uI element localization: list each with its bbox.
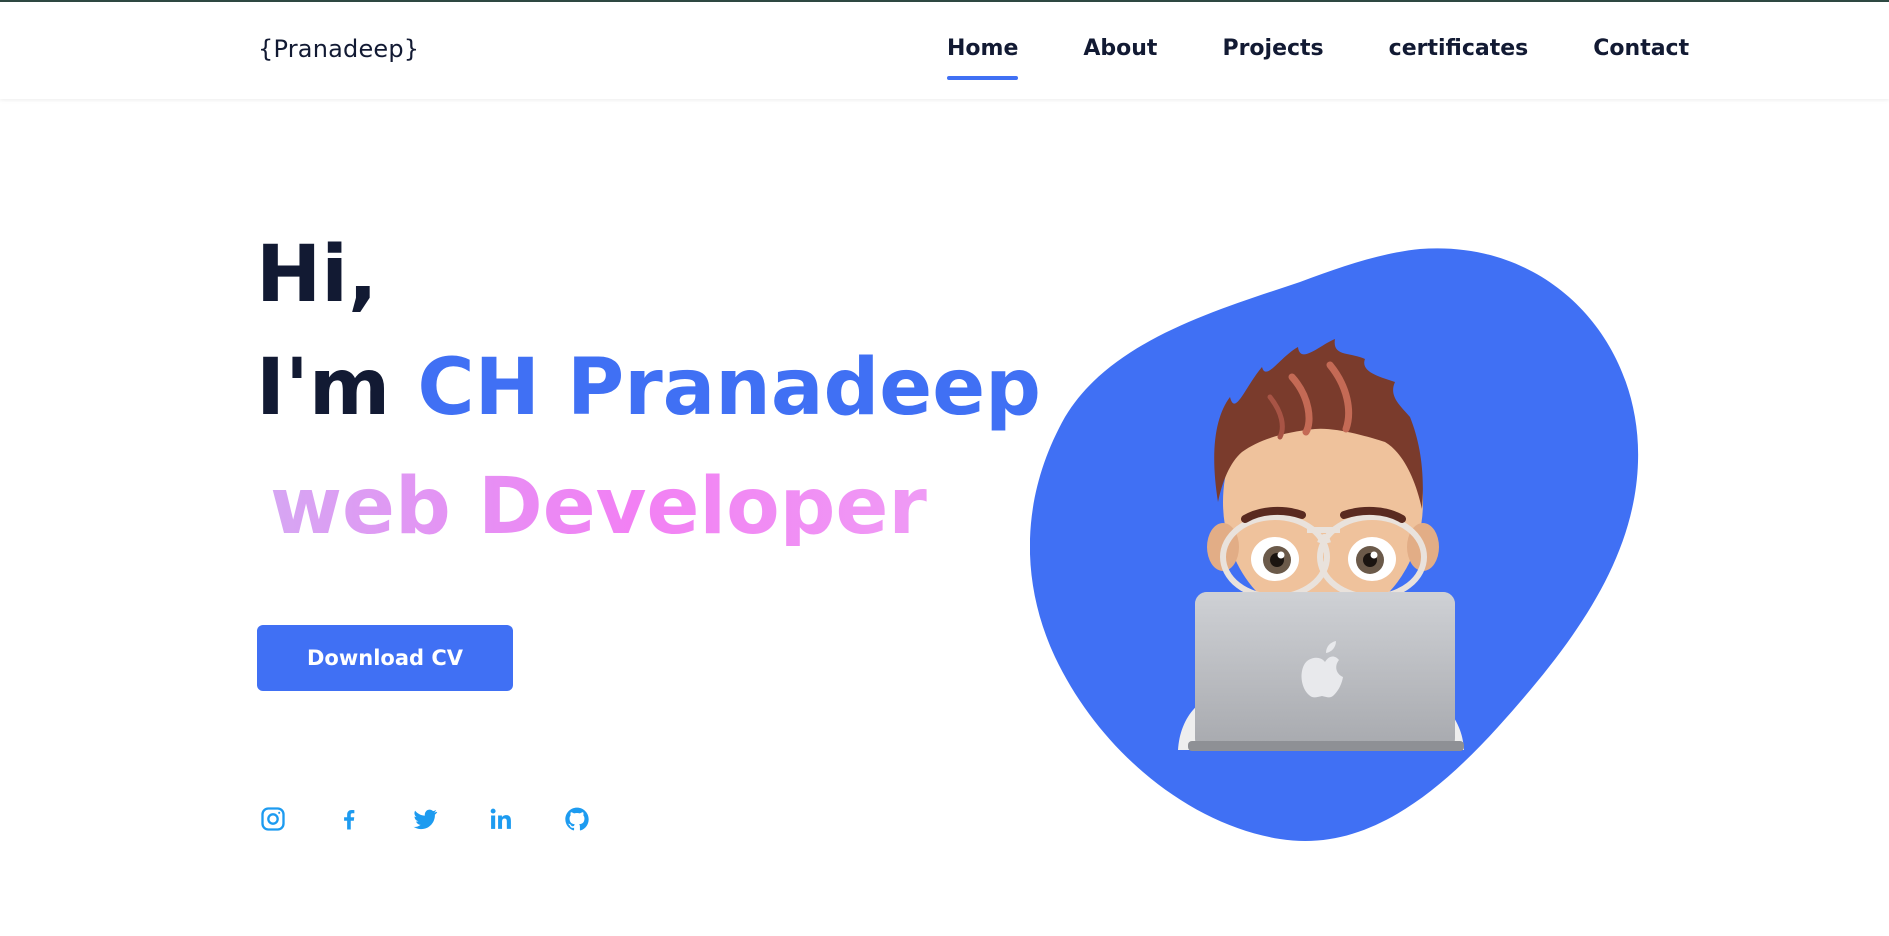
twitter-icon[interactable] [410,804,440,834]
memoji-avatar [1030,248,1639,842]
hero-name: CH Pranadeep [417,343,1041,433]
hero-greeting: Hi, [256,230,378,320]
nav-projects[interactable]: Projects [1222,36,1323,61]
hero-intro: I'm CH Pranadeep [256,349,1041,427]
site-logo[interactable]: {Pranadeep} [258,35,419,63]
nav-about[interactable]: About [1083,36,1157,61]
linkedin-icon[interactable] [486,804,516,834]
instagram-icon[interactable] [258,804,288,834]
nav-contact[interactable]: Contact [1593,36,1689,61]
page: {Pranadeep} Home About Projects certific… [0,0,1889,936]
hero-role: web Developer [270,462,927,552]
facebook-icon[interactable] [334,804,364,834]
main-nav: Home About Projects certificates Contact [947,36,1689,80]
nav-home[interactable]: Home [947,36,1019,80]
nav-certificates[interactable]: certificates [1389,36,1529,61]
github-icon[interactable] [562,804,592,834]
hero-illustration [1030,247,1640,842]
hero-intro-prefix: I'm [256,343,391,433]
site-header: {Pranadeep} Home About Projects certific… [0,2,1889,99]
social-links [258,804,592,834]
download-cv-button[interactable]: Download CV [257,625,513,691]
